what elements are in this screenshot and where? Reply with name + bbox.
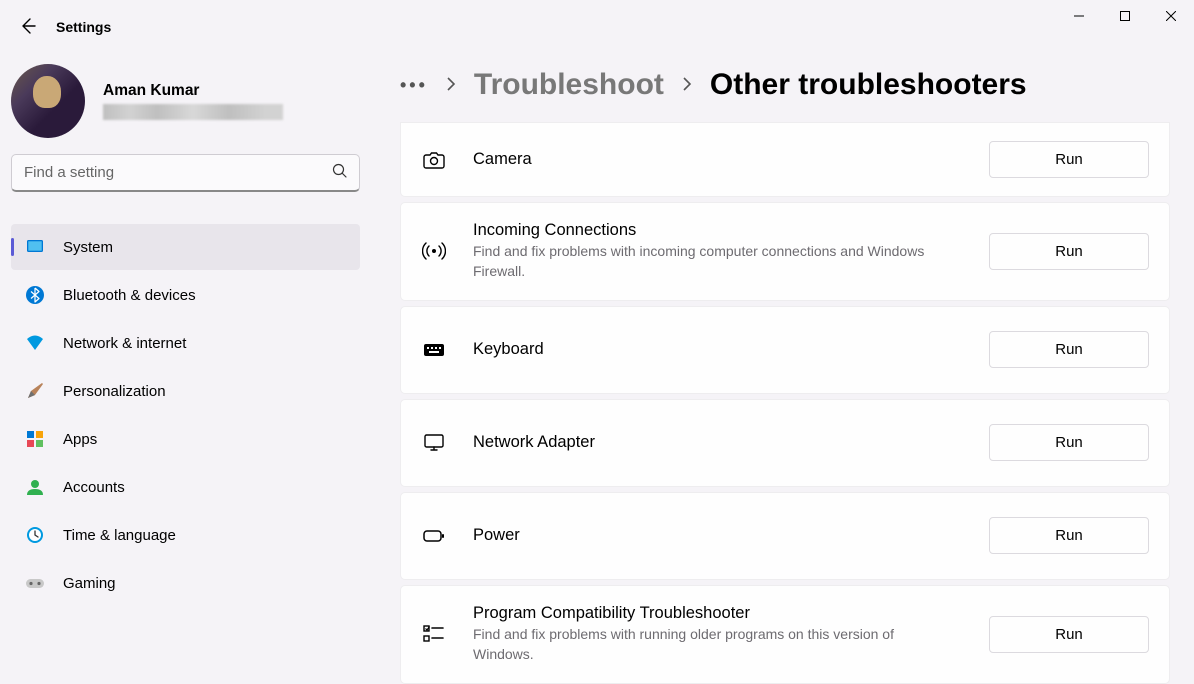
minimize-button[interactable] [1056,0,1102,32]
window-controls [1056,0,1194,40]
battery-icon [421,524,447,548]
brush-icon [25,381,45,401]
sidebar-item-gaming[interactable]: Gaming [11,560,360,606]
app-title: Settings [56,19,111,35]
profile-name: Aman Kumar [103,82,283,100]
sidebar-item-personalization[interactable]: Personalization [11,368,360,414]
system-icon [25,237,45,257]
troubleshooter-list: Camera Run Incoming Connections Find and… [400,122,1170,684]
troubleshooter-card-keyboard: Keyboard Run [400,306,1170,394]
sidebar-item-label: Apps [63,431,97,448]
arrow-left-icon [18,17,36,35]
run-button[interactable]: Run [989,517,1149,554]
sidebar-item-label: Time & language [63,527,176,544]
troubleshooter-card-adapter: Network Adapter Run [400,399,1170,487]
main-content: ••• Troubleshoot Other troubleshooters C… [370,52,1194,684]
sidebar-item-label: System [63,239,113,256]
card-title: Power [473,526,989,545]
chevron-right-icon [446,77,456,94]
sidebar-item-apps[interactable]: Apps [11,416,360,462]
sidebar-item-bluetooth[interactable]: Bluetooth & devices [11,272,360,318]
search-icon [332,163,348,183]
chevron-right-icon [682,77,692,94]
keyboard-icon [421,338,447,362]
gaming-icon [25,573,45,593]
adapter-icon [421,431,447,455]
run-button[interactable]: Run [989,331,1149,368]
search-container [11,154,360,192]
maximize-button[interactable] [1102,0,1148,32]
card-description: Find and fix problems with incoming comp… [473,242,933,282]
profile-email-redacted [103,104,283,120]
sidebar-item-accounts[interactable]: Accounts [11,464,360,510]
sidebar-item-label: Network & internet [63,335,186,352]
troubleshooter-card-compat: Program Compatibility Troubleshooter Fin… [400,585,1170,684]
profile-block[interactable]: Aman Kumar [11,52,360,154]
sidebar: Aman Kumar System Bluetooth & devices [0,52,370,684]
sidebar-item-label: Accounts [63,479,125,496]
wifi-icon [25,333,45,353]
apps-icon [25,429,45,449]
card-title: Incoming Connections [473,221,989,240]
troubleshooter-card-camera: Camera Run [400,122,1170,197]
nav: System Bluetooth & devices Network & int… [11,224,360,606]
run-button[interactable]: Run [989,424,1149,461]
camera-icon [421,148,447,172]
account-icon [25,477,45,497]
avatar [11,64,85,138]
run-button[interactable]: Run [989,141,1149,178]
sidebar-item-label: Personalization [63,383,166,400]
sidebar-item-label: Gaming [63,575,116,592]
card-title: Keyboard [473,340,989,359]
breadcrumb-parent[interactable]: Troubleshoot [474,68,664,102]
troubleshooter-card-power: Power Run [400,492,1170,580]
breadcrumb-more-button[interactable]: ••• [400,75,428,96]
sidebar-item-time[interactable]: Time & language [11,512,360,558]
troubleshooter-card-incoming: Incoming Connections Find and fix proble… [400,202,1170,301]
sidebar-item-network[interactable]: Network & internet [11,320,360,366]
page-title: Other troubleshooters [710,68,1027,102]
header: Settings [0,0,1194,52]
back-button[interactable] [13,12,41,40]
run-button[interactable]: Run [989,616,1149,653]
card-title: Camera [473,150,989,169]
breadcrumb: ••• Troubleshoot Other troubleshooters [400,68,1170,102]
run-button[interactable]: Run [989,233,1149,270]
bluetooth-icon [25,285,45,305]
sidebar-item-label: Bluetooth & devices [63,287,196,304]
clock-icon [25,525,45,545]
sidebar-item-system[interactable]: System [11,224,360,270]
close-button[interactable] [1148,0,1194,32]
card-title: Program Compatibility Troubleshooter [473,604,989,623]
list-check-icon [421,622,447,646]
antenna-icon [421,239,447,263]
search-input[interactable] [11,154,360,192]
card-title: Network Adapter [473,433,989,452]
